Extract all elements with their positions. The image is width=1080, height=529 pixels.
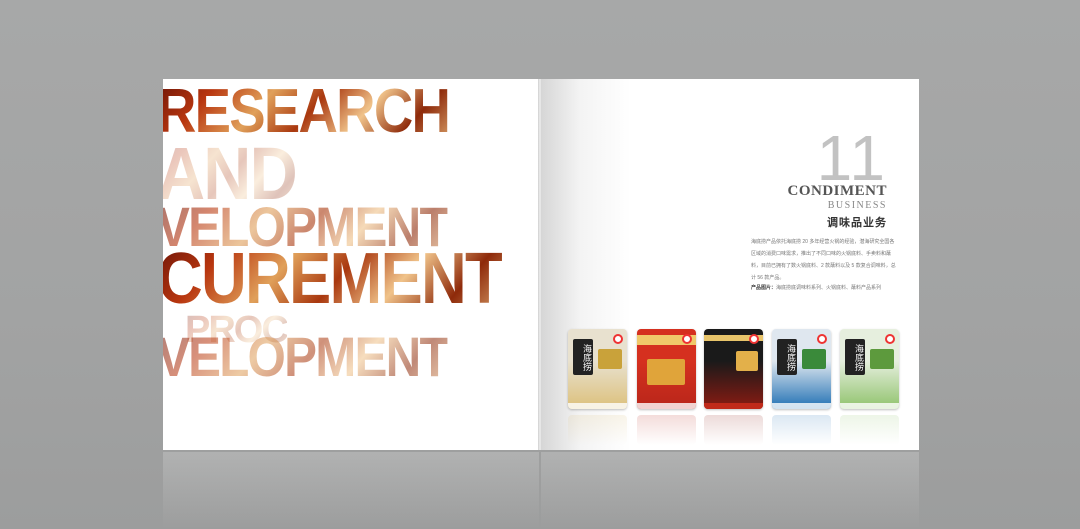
section-subtitle-en: BUSINESS <box>827 200 887 211</box>
package-flavor-label <box>870 349 894 369</box>
headline-procurement: CUREMENT <box>163 243 504 315</box>
package-reflection <box>704 415 763 445</box>
package-footer-strip <box>704 403 763 409</box>
package-flavor-label <box>802 349 826 369</box>
package-footer-strip <box>568 403 627 409</box>
product-package <box>704 329 763 409</box>
headline-development-2: VELOPMENT <box>163 329 450 385</box>
section-title-cn: 调味品业务 <box>827 217 887 229</box>
package-brand: 海底捞 <box>845 339 865 375</box>
package-footer-strip <box>637 403 696 409</box>
package-reflection <box>772 415 831 445</box>
brand-logo-icon <box>817 334 827 344</box>
package-reflection <box>637 415 696 445</box>
products-caption: 产品图片：海底捞底调味料系列、火锅底料、蘸料产品系列 <box>751 285 901 292</box>
product-package: 海底捞 <box>772 329 831 409</box>
brand-logo-icon <box>613 334 623 344</box>
product-package: 海底捞 <box>840 329 899 409</box>
body-paragraph: 海底捞产品依托海底捞 20 多年经营火锅的经验，潜海研究全国各区域的消费口味需求… <box>751 239 896 281</box>
package-footer-strip <box>772 403 831 409</box>
right-page-reflection <box>541 452 919 529</box>
package-footer-strip <box>840 403 899 409</box>
left-page: RESEARCH AND VELOPMENT CUREMENT PROC VEL… <box>163 79 539 450</box>
package-flavor-label <box>598 349 622 369</box>
left-page-reflection <box>163 452 539 529</box>
brand-logo-icon <box>885 334 895 344</box>
product-package: 海底捞 <box>568 329 627 409</box>
package-flavor-label <box>736 351 758 371</box>
right-page: 11 CONDIMENT BUSINESS 调味品业务 海底捞产品依托海底捞 2… <box>541 79 919 450</box>
section-title-en: CONDIMENT <box>787 183 887 199</box>
brand-logo-icon <box>749 334 759 344</box>
products-text: 海底捞底调味料系列、火锅底料、蘸料产品系列 <box>776 285 882 291</box>
package-brand: 海底捞 <box>573 339 593 375</box>
package-reflection <box>840 415 899 445</box>
package-flavor-label <box>647 359 685 385</box>
package-brand: 海底捞 <box>777 339 797 375</box>
product-package <box>637 329 696 409</box>
brand-logo-icon <box>682 334 692 344</box>
package-reflection <box>568 415 627 445</box>
products-label: 产品图片： <box>751 285 777 291</box>
